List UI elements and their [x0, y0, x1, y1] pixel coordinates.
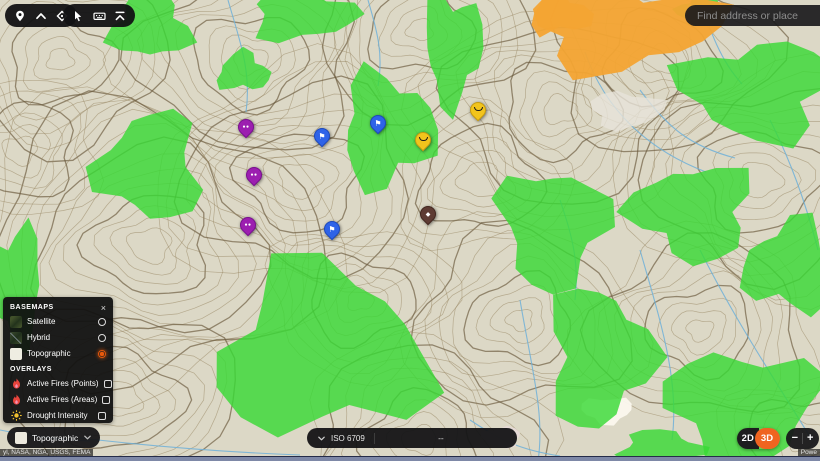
radio-topographic[interactable]	[98, 349, 106, 358]
divider	[802, 433, 803, 444]
zoom-in-button[interactable]: +	[807, 433, 813, 444]
basemap-dropdown-label: Topographic	[32, 432, 79, 443]
collapse-icon[interactable]	[113, 9, 127, 23]
satellite-thumbnail	[10, 315, 22, 328]
overlay-option-drought[interactable]: Drought Intensity	[10, 409, 106, 422]
topographic-thumbnail	[15, 431, 27, 444]
chevron-up-icon[interactable]	[34, 9, 48, 23]
location-marker-icon[interactable]	[13, 9, 27, 23]
basemap-option-satellite[interactable]: Satellite	[10, 315, 106, 328]
zoom-controls: − +	[786, 428, 819, 449]
map-application: ●●●●●●⚑⚑⚑◆ BASEMAPS ×	[0, 0, 820, 461]
basemap-option-topographic[interactable]: Topographic	[10, 347, 106, 360]
topographic-thumbnail	[10, 347, 22, 360]
search-input[interactable]	[695, 8, 820, 23]
close-icon[interactable]: ×	[101, 303, 106, 312]
basemaps-panel: BASEMAPS × Satellite Hybrid Topographic …	[3, 297, 113, 423]
basemap-option-label: Topographic	[27, 349, 71, 358]
flame-icon	[10, 378, 22, 390]
radio-hybrid[interactable]	[98, 333, 106, 342]
checkbox-fires-points[interactable]	[103, 379, 112, 388]
chevron-down-icon	[84, 435, 92, 440]
overlay-option-fires-areas[interactable]: Active Fires (Areas)	[10, 393, 111, 406]
hybrid-thumbnail	[10, 331, 22, 344]
basemap-option-hybrid[interactable]: Hybrid	[10, 331, 106, 344]
overlay-option-label: Active Fires (Points)	[27, 379, 99, 388]
basemap-dropdown[interactable]: Topographic	[7, 427, 101, 448]
coordinates-bar[interactable]: ISO 6709 --	[307, 428, 517, 448]
toolbar-tools	[63, 4, 135, 27]
chevron-down-icon[interactable]	[317, 434, 326, 443]
overlay-option-label: Drought Intensity	[27, 411, 88, 420]
overlay-option-label: Active Fires (Areas)	[27, 395, 98, 404]
coordinate-format-label: ISO 6709	[331, 433, 365, 443]
radio-satellite[interactable]	[98, 317, 106, 326]
cursor-icon[interactable]	[71, 9, 85, 23]
map-canvas[interactable]	[0, 0, 820, 461]
overlay-option-fires-points[interactable]: Active Fires (Points)	[10, 377, 112, 390]
checkbox-fires-areas[interactable]	[102, 395, 111, 404]
dimension-toggle: 2D 3D	[737, 428, 780, 449]
horizontal-scrollbar[interactable]	[0, 456, 820, 461]
basemap-option-label: Hybrid	[27, 333, 51, 342]
basemaps-title: BASEMAPS	[10, 304, 54, 311]
zoom-out-button[interactable]: −	[792, 433, 798, 444]
checkbox-drought[interactable]	[98, 411, 106, 420]
overlays-title: OVERLAYS	[10, 366, 52, 373]
basemap-option-label: Satellite	[27, 317, 56, 326]
sun-icon	[10, 410, 22, 422]
keyboard-icon[interactable]	[92, 9, 106, 23]
search-bar	[685, 5, 820, 26]
flame-icon	[10, 394, 22, 406]
toggle-3d-button[interactable]: 3D	[754, 428, 780, 449]
coordinate-value: --	[438, 433, 444, 443]
